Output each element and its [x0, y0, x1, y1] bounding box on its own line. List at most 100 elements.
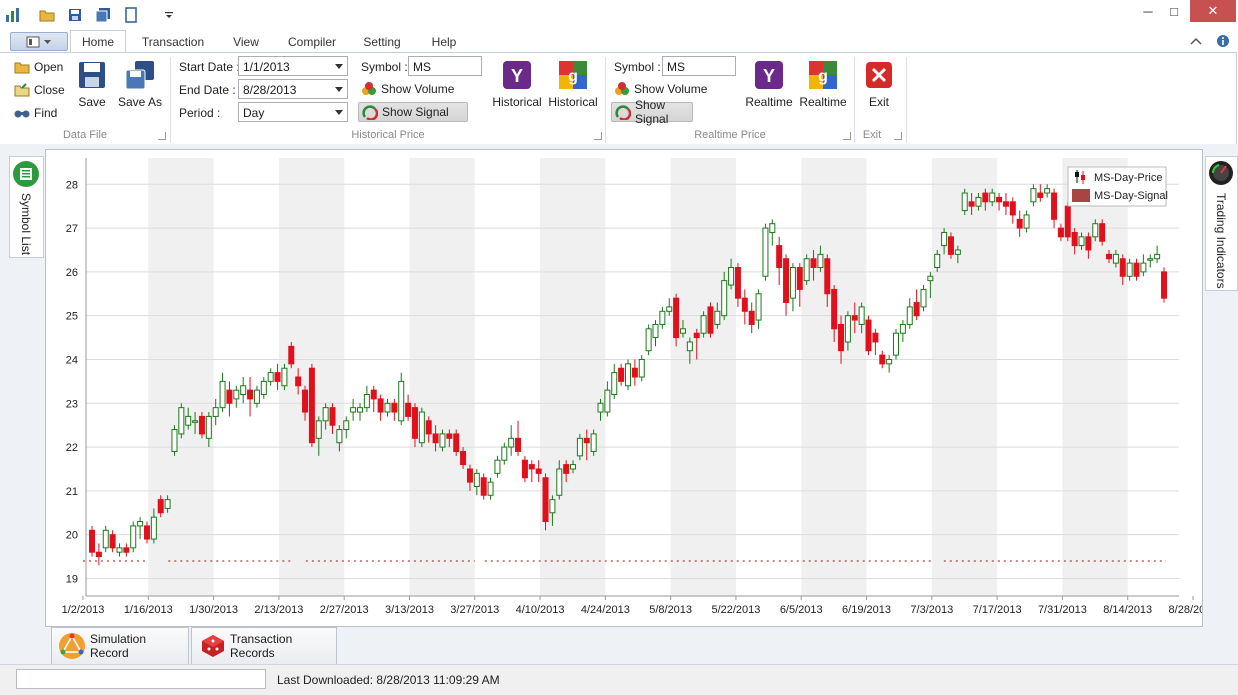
google-historical-button[interactable]: g Historical	[545, 59, 601, 109]
candle-body	[838, 323, 845, 352]
candle-body	[1023, 214, 1030, 229]
x-tick-label: 6/19/2013	[842, 604, 891, 616]
realtime-symbol-label: Symbol :	[614, 60, 661, 74]
candle-body	[899, 323, 906, 334]
help-info-icon[interactable]	[1216, 34, 1230, 51]
historical-show-volume-button[interactable]: Show Volume	[361, 79, 454, 99]
candle-body	[947, 236, 954, 255]
application-menu-button[interactable]	[10, 32, 68, 51]
candle-body	[700, 315, 707, 334]
tab-setting[interactable]: Setting	[358, 33, 406, 52]
candle-body	[625, 363, 631, 387]
candle-body	[714, 310, 721, 325]
close-button[interactable]: Close	[14, 80, 65, 100]
quick-access-dropdown-icon[interactable]	[160, 6, 178, 24]
tab-transaction-records[interactable]: Transaction Records	[191, 627, 337, 665]
realtime-show-volume-button[interactable]: Show Volume	[614, 79, 707, 99]
document-icon[interactable]	[122, 6, 140, 24]
google-realtime-button[interactable]: g Realtime	[795, 59, 851, 109]
start-date-combo[interactable]: 1/1/2013	[238, 56, 348, 76]
candle-body	[563, 464, 570, 474]
x-tick-label: 4/10/2013	[516, 604, 565, 616]
svg-text:g: g	[818, 68, 828, 85]
candle-body	[226, 389, 233, 404]
y-tick-label: 24	[66, 354, 78, 366]
minimize-button[interactable]: ─	[1134, 0, 1162, 22]
y-tick-label: 25	[66, 311, 78, 323]
yahoo-icon: Y	[753, 59, 785, 91]
x-tick-label: 7/3/2013	[910, 604, 953, 616]
candle-body	[865, 319, 872, 352]
candle-body	[996, 196, 1003, 203]
exit-button[interactable]: Exit	[851, 59, 907, 109]
candle-body	[1112, 253, 1119, 264]
yahoo-historical-button[interactable]: Y Historical	[489, 59, 545, 109]
candle-body	[398, 380, 405, 422]
candle-body	[446, 433, 453, 439]
x-tick-label: 1/30/2013	[189, 604, 238, 616]
find-button[interactable]: Find	[14, 103, 57, 123]
candle-body	[1140, 262, 1147, 273]
tab-transaction[interactable]: Transaction	[140, 33, 206, 52]
legend-swatch-signal	[1072, 189, 1090, 202]
candle-body	[858, 306, 865, 325]
close-label: Close	[34, 83, 65, 97]
candle-body	[123, 547, 130, 553]
end-date-combo[interactable]: 8/28/2013	[238, 79, 348, 99]
candle-body	[879, 354, 886, 365]
yahoo-realtime-button[interactable]: Y Realtime	[741, 59, 797, 109]
chart-band	[148, 158, 214, 596]
google-realtime-label: Realtime	[799, 95, 847, 109]
candle-body	[260, 380, 267, 396]
x-tick-label: 5/22/2013	[711, 604, 760, 616]
open-folder-icon[interactable]	[38, 6, 56, 24]
candle-body	[192, 420, 199, 423]
candle-body	[686, 341, 693, 352]
candle-body	[453, 433, 460, 452]
save-as-icon[interactable]	[94, 6, 112, 24]
y-tick-label: 27	[66, 223, 78, 235]
candle-body	[308, 367, 315, 444]
save-as-button[interactable]: Save As	[112, 59, 168, 109]
candle-body	[494, 459, 501, 474]
tab-compiler[interactable]: Compiler	[284, 33, 340, 52]
exit-launcher-icon[interactable]	[894, 132, 902, 140]
candle-body	[583, 437, 590, 444]
candle-body	[391, 402, 398, 413]
close-window-button[interactable]: ✕	[1190, 0, 1236, 22]
realtime-launcher-icon[interactable]	[843, 132, 851, 140]
historical-symbol-input[interactable]: MS	[408, 56, 482, 76]
symbol-list-side-tab[interactable]: Symbol List	[9, 156, 44, 258]
tab-help[interactable]: Help	[424, 33, 464, 52]
tab-view[interactable]: View	[226, 33, 266, 52]
group-label-historical-price: Historical Price	[351, 129, 425, 141]
x-tick-label: 3/27/2013	[450, 604, 499, 616]
candle-body	[961, 192, 968, 212]
status-last-downloaded: Last Downloaded: 8/28/2013 11:09:29 AM	[277, 673, 500, 687]
tab-simulation-record[interactable]: Simulation Record	[51, 627, 189, 665]
save-icon[interactable]	[66, 6, 84, 24]
open-button[interactable]: Open	[14, 57, 63, 77]
candle-body	[501, 446, 508, 461]
candle-body	[302, 389, 309, 413]
candle-body	[1044, 188, 1051, 194]
realtime-show-signal-button[interactable]: Show Signal	[611, 98, 693, 126]
candle-body	[590, 433, 597, 452]
historical-show-signal-button[interactable]: Show Signal	[358, 102, 468, 122]
trading-indicators-side-tab[interactable]: Trading Indicators	[1205, 156, 1238, 291]
maximize-button[interactable]: □	[1160, 0, 1188, 22]
x-tick-label: 6/5/2013	[780, 604, 823, 616]
candle-body	[734, 267, 741, 299]
realtime-symbol-input[interactable]: MS	[662, 56, 736, 76]
candle-body	[343, 420, 350, 431]
chart-band	[540, 158, 606, 596]
yahoo-historical-label: Historical	[492, 95, 542, 109]
transaction-records-label: Transaction Records	[230, 632, 293, 660]
collapse-ribbon-icon[interactable]	[1190, 35, 1202, 49]
candle-body	[893, 332, 899, 356]
period-select[interactable]: Day	[238, 102, 348, 122]
candle-body	[274, 372, 281, 382]
data-file-launcher-icon[interactable]	[158, 132, 166, 140]
tab-home[interactable]: Home	[70, 30, 126, 53]
historical-launcher-icon[interactable]	[594, 132, 602, 140]
